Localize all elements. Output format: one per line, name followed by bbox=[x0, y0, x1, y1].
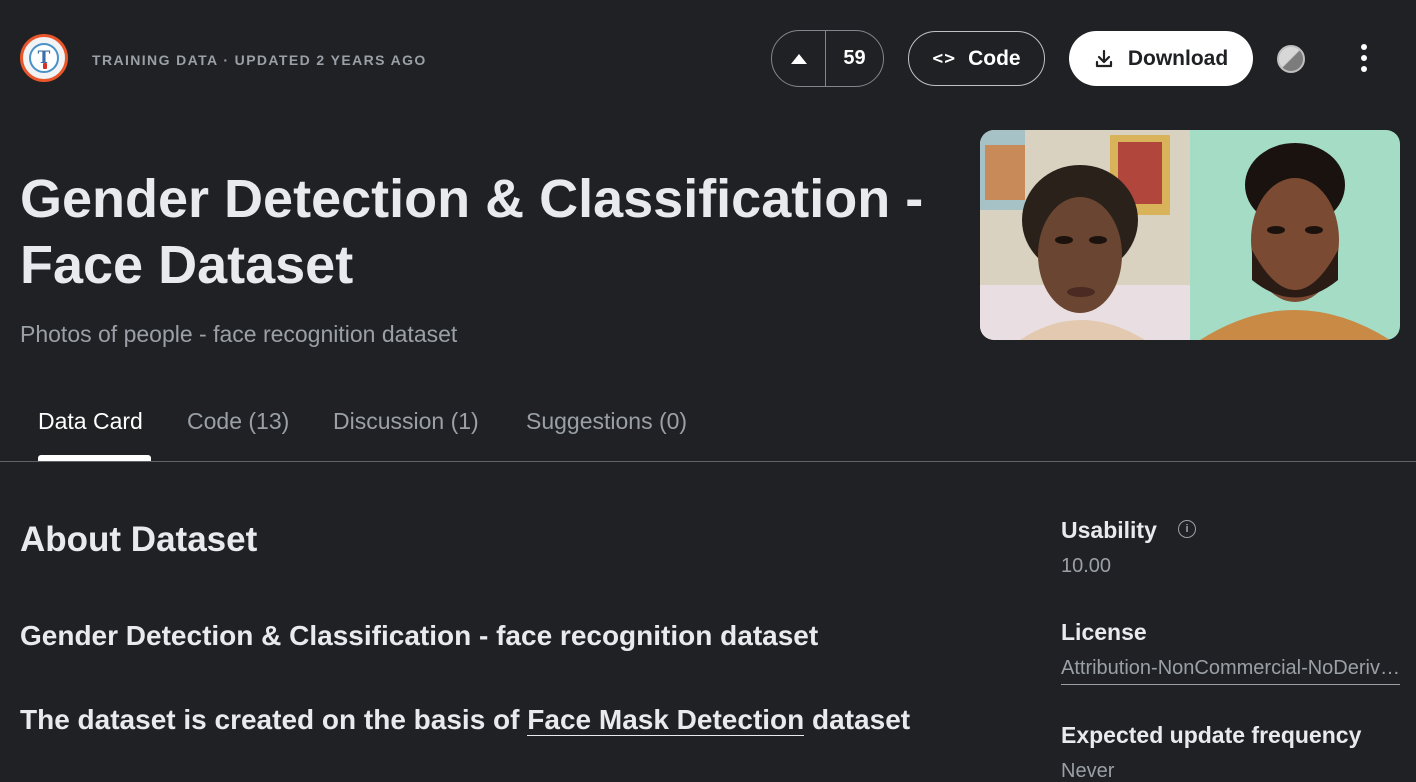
code-button-label: Code bbox=[968, 46, 1021, 70]
tab-code[interactable]: Code (13) bbox=[187, 408, 289, 435]
code-button[interactable]: <> Code bbox=[908, 31, 1045, 86]
info-icon[interactable]: i bbox=[1178, 520, 1196, 538]
tab-data-card[interactable]: Data Card bbox=[38, 408, 143, 435]
arrow-up-icon bbox=[790, 53, 807, 64]
heading-2-prefix: The dataset is created on the basis of bbox=[20, 704, 528, 735]
download-button[interactable]: Download bbox=[1069, 31, 1253, 86]
owner-avatar[interactable]: T bbox=[20, 34, 68, 82]
more-options-icon[interactable] bbox=[1352, 42, 1376, 74]
license-link[interactable]: Attribution-NonCommercial-NoDerivatives … bbox=[1061, 657, 1400, 685]
code-brackets-icon: <> bbox=[932, 48, 957, 69]
heading-2-suffix: dataset bbox=[804, 704, 911, 735]
silver-medal-icon[interactable] bbox=[1277, 45, 1305, 73]
download-button-label: Download bbox=[1127, 46, 1229, 70]
update-frequency-value: Never bbox=[1061, 760, 1115, 782]
description-heading-2: The dataset is created on the basis of F… bbox=[20, 704, 910, 736]
download-icon bbox=[1095, 49, 1112, 67]
upvote-button[interactable] bbox=[772, 31, 826, 86]
license-label: License bbox=[1061, 619, 1147, 645]
update-frequency-label: Expected update frequency bbox=[1061, 722, 1362, 748]
about-dataset-heading: About Dataset bbox=[20, 520, 258, 559]
dataset-meta: TRAINING DATA · UPDATED 2 YEARS AGO bbox=[92, 52, 427, 68]
upvote-count: 59 bbox=[843, 47, 866, 69]
active-tab-indicator bbox=[38, 455, 151, 461]
description-heading-1: Gender Detection & Classification - face… bbox=[20, 620, 819, 651]
tab-suggestions[interactable]: Suggestions (0) bbox=[526, 408, 687, 435]
avatar-logo-icon: T bbox=[29, 43, 59, 73]
upvote-widget: 59 bbox=[771, 30, 884, 87]
dataset-title: Gender Detection & Classification - Face… bbox=[20, 169, 924, 295]
dataset-tabs: Data Card Code (13) Discussion (1) Sugge… bbox=[0, 380, 1416, 462]
face-mask-detection-link[interactable]: Face Mask Detection bbox=[527, 704, 805, 736]
cover-photo-right bbox=[1190, 130, 1400, 340]
dataset-cover-image bbox=[980, 130, 1400, 340]
dataset-subtitle: Photos of people - face recognition data… bbox=[20, 321, 458, 347]
tab-discussion[interactable]: Discussion (1) bbox=[333, 408, 479, 435]
top-bar: T TRAINING DATA · UPDATED 2 YEARS AGO 59… bbox=[0, 0, 1416, 116]
usability-label: Usability bbox=[1061, 517, 1157, 543]
cover-photo-left bbox=[980, 130, 1190, 340]
usability-value: 10.00 bbox=[1061, 555, 1112, 577]
